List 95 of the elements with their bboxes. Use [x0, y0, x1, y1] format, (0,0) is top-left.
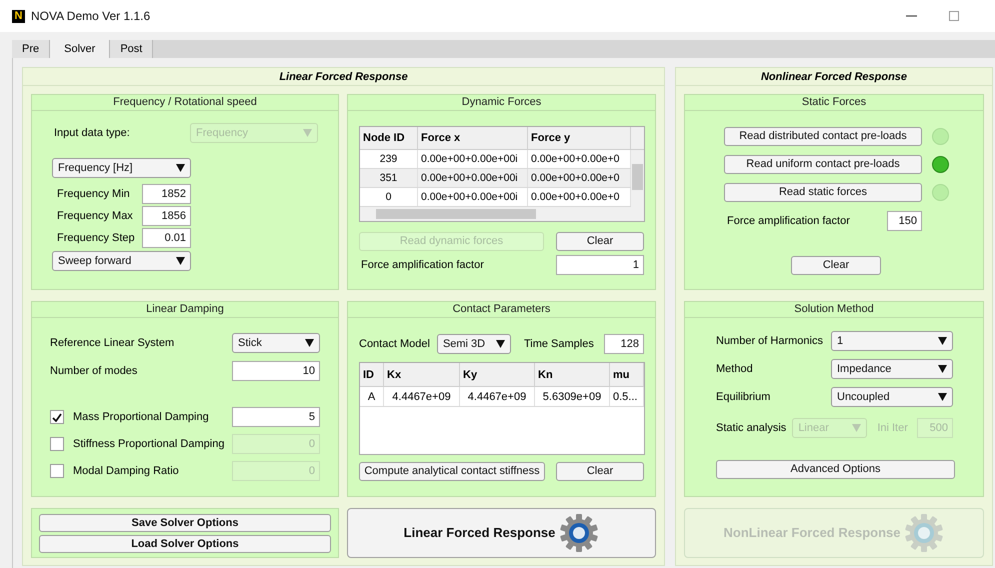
- field-label: Static analysis: [716, 420, 786, 436]
- column-header: Force x: [418, 127, 528, 149]
- caret-icon: [938, 365, 947, 373]
- dropdown[interactable]: Impedance: [831, 359, 953, 379]
- checkbox[interactable]: [50, 464, 64, 478]
- table-cell: 0: [360, 188, 418, 206]
- column-header: Ky: [460, 363, 535, 386]
- check-icon: [52, 412, 62, 422]
- dropdown[interactable]: Frequency [Hz]: [52, 158, 191, 178]
- section-title: Linear Forced Response: [23, 68, 664, 86]
- maximize-icon[interactable]: [949, 11, 959, 21]
- table-cell: 0.00e+00+0.00e+00i: [418, 188, 528, 206]
- button[interactable]: Clear: [556, 232, 644, 251]
- button[interactable]: Load Solver Options: [39, 534, 331, 552]
- option-label: Stiffness Proportional Damping: [73, 436, 226, 452]
- caret-icon: [305, 339, 314, 347]
- button[interactable]: Compute analytical contact stiffness: [359, 462, 545, 481]
- column-header: Node ID: [360, 127, 418, 149]
- field-label: Time Samples: [524, 336, 595, 352]
- gear-icon: [904, 513, 944, 553]
- column-header: Kx: [384, 363, 460, 386]
- column-header: Force y: [528, 127, 631, 149]
- field-label: Number of Harmonics: [716, 334, 823, 349]
- dropdown[interactable]: Uncoupled: [831, 387, 953, 407]
- table-cell: 239: [360, 150, 418, 168]
- button[interactable]: Read static forces: [724, 183, 922, 202]
- tab[interactable]: Solver: [50, 40, 110, 58]
- caret-icon: [852, 424, 862, 432]
- field-label: Frequency Min: [57, 186, 130, 202]
- column-header: ID: [360, 363, 384, 386]
- panel-title: Dynamic Forces: [348, 95, 655, 111]
- panel-title: Contact Parameters: [348, 302, 655, 318]
- field-label: Ini Iter: [877, 420, 909, 436]
- field-label: Equilibrium: [716, 390, 770, 405]
- dropdown[interactable]: Stick: [232, 333, 320, 353]
- minimize-icon[interactable]: [906, 15, 917, 17]
- button[interactable]: Read distributed contact pre-loads: [724, 127, 922, 146]
- input-field[interactable]: 10: [232, 361, 320, 381]
- app-logo: N: [12, 10, 25, 22]
- checkbox[interactable]: [50, 410, 64, 424]
- field-label: Number of modes: [50, 364, 138, 379]
- dropdown[interactable]: 1: [831, 331, 953, 351]
- dropdown[interactable]: Sweep forward: [52, 251, 191, 271]
- section-title: Nonlinear Forced Response: [676, 68, 992, 86]
- table-cell: 351: [360, 169, 418, 187]
- table-cell: 4.4467e+09: [460, 387, 535, 406]
- input-field[interactable]: 128: [604, 334, 644, 354]
- field-label: Reference Linear System: [50, 336, 174, 351]
- table-cell: 5.6309e+09: [535, 387, 610, 406]
- input-field[interactable]: 1856: [142, 206, 191, 226]
- checkbox[interactable]: [50, 437, 64, 451]
- caret-icon: [496, 340, 505, 348]
- table-cell: 0.00e+00+0.00e+00i: [418, 169, 528, 187]
- button[interactable]: Clear: [556, 462, 644, 481]
- table-cell: 4.4467e+09: [384, 387, 460, 406]
- caret-icon: [176, 257, 185, 265]
- caret-icon: [303, 129, 312, 137]
- column-header: Kn: [535, 363, 610, 386]
- caret-icon: [938, 337, 947, 345]
- panel-title: Frequency / Rotational speed: [32, 95, 338, 111]
- input-field[interactable]: 150: [887, 211, 922, 231]
- gear-icon: [559, 513, 600, 553]
- panel-title: Solution Method: [685, 302, 983, 318]
- option-label: Mass Proportional Damping: [73, 410, 210, 425]
- horizontal-scrollbar[interactable]: [360, 207, 631, 221]
- panel-title: Linear Damping: [32, 302, 338, 318]
- button[interactable]: Read uniform contact pre-loads: [724, 155, 922, 174]
- caret-icon: [176, 164, 185, 172]
- field-label: Frequency Step: [57, 230, 135, 246]
- button[interactable]: Save Solver Options: [39, 514, 331, 532]
- field-label: Force amplification factor: [727, 214, 850, 229]
- field-label: Input data type:: [54, 126, 130, 141]
- window-title: NOVA Demo Ver 1.1.6: [31, 8, 150, 25]
- table-cell: 0.00e+00+0.00e+00i: [418, 150, 528, 168]
- input-field[interactable]: 5: [232, 407, 320, 427]
- caret-icon: [938, 393, 947, 401]
- field-label: Method: [716, 362, 753, 377]
- table-cell: 0.5...: [610, 387, 644, 406]
- tab[interactable]: Pre: [12, 40, 50, 58]
- field-label: Contact Model: [359, 336, 430, 352]
- field-label: Frequency Max: [57, 208, 133, 224]
- dropdown[interactable]: Semi 3D: [436, 334, 511, 354]
- field-label: Force amplification factor: [361, 258, 484, 273]
- column-header: mu: [610, 363, 644, 386]
- button[interactable]: Advanced Options: [716, 460, 955, 479]
- input-field[interactable]: 1: [556, 255, 644, 275]
- run-button[interactable]: Linear Forced Response: [347, 508, 656, 558]
- vertical-scrollbar[interactable]: [631, 150, 644, 221]
- button[interactable]: Clear: [791, 256, 881, 275]
- table-cell: A: [360, 387, 384, 406]
- input-field[interactable]: 1852: [142, 184, 191, 204]
- tab[interactable]: Post: [110, 40, 154, 58]
- option-label: Modal Damping Ratio: [73, 464, 180, 479]
- input-field[interactable]: 0.01: [142, 228, 191, 248]
- panel-title: Static Forces: [685, 95, 983, 111]
